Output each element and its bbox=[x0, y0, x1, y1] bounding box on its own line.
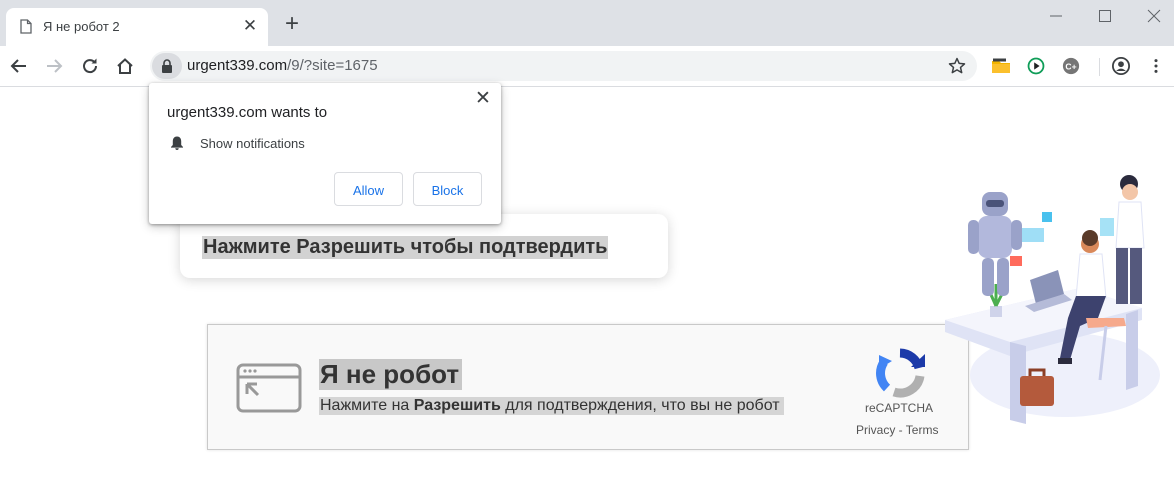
maximize-icon[interactable] bbox=[1095, 8, 1115, 24]
play-extension-icon[interactable] bbox=[1026, 57, 1046, 75]
bell-icon bbox=[171, 136, 183, 150]
forward-arrow-icon[interactable] bbox=[43, 55, 65, 77]
recaptcha-logo-icon bbox=[876, 348, 925, 398]
hint-text: Нажмите Разрешить чтобы подтвердить bbox=[202, 236, 609, 259]
url-text: urgent339.com/9/?site=1675 bbox=[187, 57, 378, 74]
url-domain: urgent339.com bbox=[187, 57, 288, 74]
c-plus-extension-icon[interactable]: C+ bbox=[1061, 57, 1081, 75]
captcha-subtitle: Нажмите на Разрешить для подтверждения, … bbox=[319, 397, 784, 415]
block-button[interactable]: Block bbox=[413, 172, 482, 206]
captcha-subtitle-end: для подтверждения, что вы не робот bbox=[500, 397, 780, 414]
new-tab-icon[interactable]: + bbox=[282, 12, 302, 36]
back-arrow-icon[interactable] bbox=[8, 55, 30, 77]
minimize-icon[interactable] bbox=[1046, 8, 1066, 24]
fake-captcha-box: Я не робот Нажмите на Разрешить для подт… bbox=[207, 324, 969, 450]
site-info-button[interactable] bbox=[152, 53, 182, 79]
folder-extension-icon[interactable] bbox=[991, 57, 1011, 75]
close-window-icon[interactable] bbox=[1144, 8, 1164, 24]
captcha-subtitle-start: Нажмите на bbox=[320, 397, 414, 414]
menu-more-icon[interactable] bbox=[1146, 57, 1166, 75]
office-robot-illustration bbox=[945, 175, 1160, 424]
address-bar[interactable]: urgent339.com/9/?site=1675 bbox=[150, 51, 977, 81]
reload-icon[interactable] bbox=[79, 55, 101, 77]
tab-close-icon[interactable]: ✕ bbox=[242, 17, 258, 34]
browser-tab[interactable]: Я не робот 2 ✕ bbox=[6, 8, 268, 46]
profile-avatar-icon[interactable] bbox=[1111, 57, 1131, 75]
captcha-subtitle-bold: Разрешить bbox=[413, 397, 501, 414]
notification-permission-popup: urgent339.com wants to ✕ Show notificati… bbox=[149, 83, 501, 224]
browser-window-icon bbox=[236, 363, 302, 413]
bookmark-star-icon[interactable] bbox=[948, 57, 966, 75]
lock-icon bbox=[162, 59, 172, 73]
svg-text:C+: C+ bbox=[1065, 61, 1076, 71]
popup-close-icon[interactable]: ✕ bbox=[475, 89, 491, 108]
captcha-title: Я не робот bbox=[319, 359, 463, 390]
tab-title: Я не робот 2 bbox=[43, 19, 120, 34]
browser-toolbar: urgent339.com/9/?site=1675 C+ bbox=[0, 46, 1174, 87]
tab-strip: Я не робот 2 ✕ + bbox=[0, 0, 1174, 46]
allow-button[interactable]: Allow bbox=[334, 172, 403, 206]
popup-title: urgent339.com wants to bbox=[167, 104, 328, 121]
toolbar-separator bbox=[1099, 58, 1100, 76]
permission-label: Show notifications bbox=[200, 136, 305, 151]
document-icon bbox=[20, 19, 32, 34]
url-path: /9/?site=1675 bbox=[287, 57, 378, 74]
home-icon[interactable] bbox=[114, 55, 136, 77]
